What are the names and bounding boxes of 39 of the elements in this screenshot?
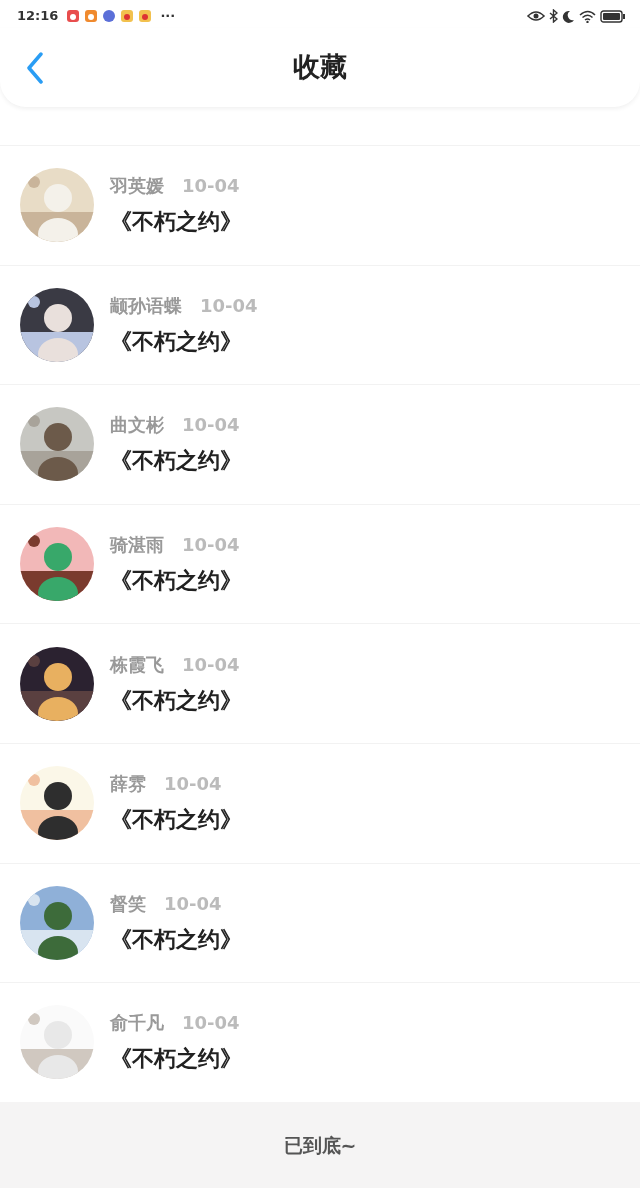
user-name: 俞千凡 [110, 1011, 164, 1036]
date: 10-04 [182, 652, 240, 677]
more-notifications: ··· [160, 7, 176, 26]
user-name: 骑湛雨 [110, 533, 164, 558]
date: 10-04 [164, 772, 222, 797]
user-name: 颛孙语蝶 [110, 293, 182, 318]
book-title[interactable]: 《不朽之约》 [110, 922, 242, 956]
wifi-icon [579, 9, 596, 23]
user-name: 督笑 [110, 891, 146, 916]
date: 10-04 [182, 413, 240, 438]
user-name: 羽英媛 [110, 174, 164, 199]
book-title[interactable]: 《不朽之约》 [110, 803, 242, 837]
date: 10-04 [182, 1011, 240, 1036]
book-title[interactable]: 《不朽之约》 [110, 683, 242, 717]
app-notification-icon [120, 9, 135, 23]
date: 10-04 [200, 293, 258, 318]
bluetooth-icon [549, 9, 558, 23]
app-notification-icon [66, 9, 81, 23]
book-title[interactable]: 《不朽之约》 [110, 205, 242, 239]
user-name: 薛雰 [110, 772, 146, 797]
user-name: 曲文彬 [110, 413, 164, 438]
user-name: 栋霞飞 [110, 652, 164, 677]
eye-icon [527, 10, 545, 22]
date: 10-04 [164, 891, 222, 916]
page-title: 收藏 [292, 50, 348, 85]
book-title[interactable]: 《不朽之约》 [110, 564, 242, 598]
app-notification-icon [102, 9, 117, 23]
back-icon [26, 51, 44, 84]
clock-time: 12:16 [17, 7, 59, 26]
book-title[interactable]: 《不朽之约》 [110, 444, 242, 478]
moon-icon [562, 9, 575, 23]
book-title[interactable]: 《不朽之约》 [110, 1042, 242, 1076]
app-notification-icon [84, 9, 99, 23]
date: 10-04 [182, 174, 240, 199]
date: 10-04 [182, 533, 240, 558]
book-title[interactable]: 《不朽之约》 [110, 324, 258, 358]
app-notification-icon [138, 9, 153, 23]
battery-icon [600, 9, 626, 23]
end-of-list-text: 已到底~ [283, 1132, 357, 1158]
